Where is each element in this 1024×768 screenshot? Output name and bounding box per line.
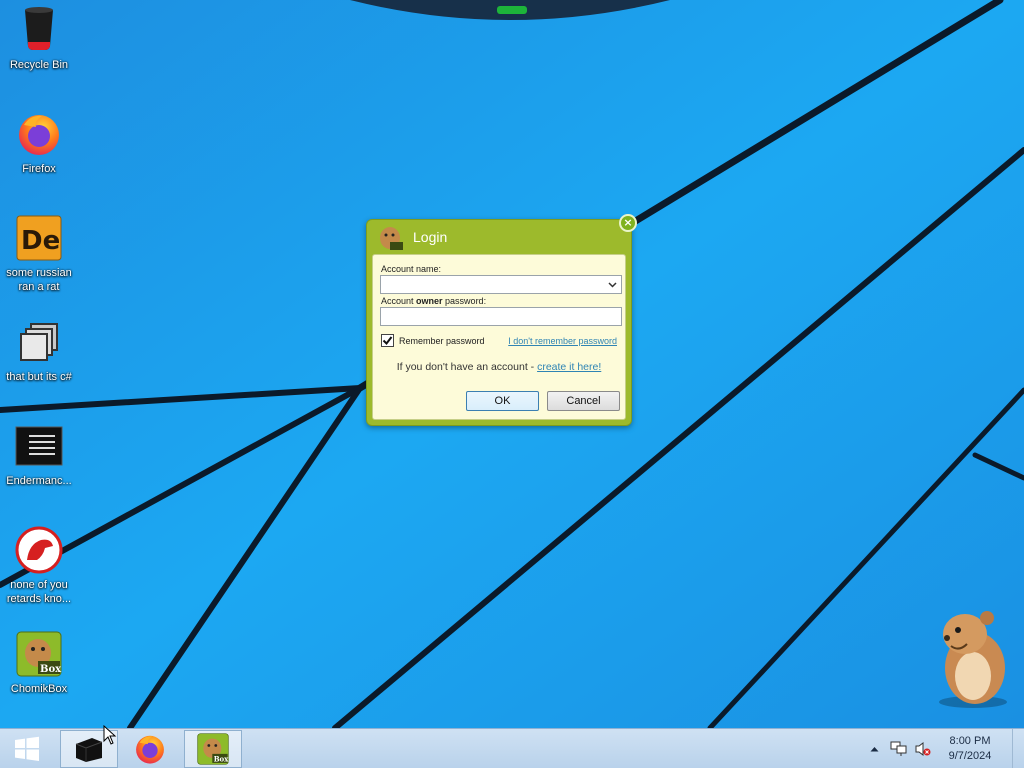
remember-password-checkbox[interactable] — [381, 334, 394, 347]
volume-tray[interactable] — [912, 729, 934, 768]
remember-password-label[interactable]: Remember password — [399, 336, 485, 346]
taskbar-item-firefox[interactable] — [121, 730, 179, 768]
network-icon — [890, 741, 907, 756]
clock-date: 9/7/2024 — [948, 750, 992, 762]
clock-time: 8:00 PM — [949, 735, 991, 747]
create-account-link[interactable]: create it here! — [537, 361, 601, 373]
firefox-icon — [15, 110, 63, 158]
show-hidden-icons-button[interactable] — [866, 729, 882, 768]
chevron-up-icon — [870, 747, 878, 752]
account-name-label: Account name: — [381, 264, 442, 274]
dialog-titlebar[interactable]: Login — [367, 220, 631, 254]
desktop-icon-firefox[interactable]: Firefox — [0, 110, 78, 176]
dinosaur-icon — [15, 526, 63, 574]
account-name-input[interactable] — [381, 279, 621, 297]
taskbar: Box 8:00 PM 9/7/2024 — [0, 728, 1024, 768]
start-button[interactable] — [0, 729, 54, 768]
no-account-label: If you don't have an account - — [396, 361, 538, 373]
desktop-icon-recycle-bin[interactable]: Recycle Bin — [0, 6, 78, 72]
firefox-icon — [136, 735, 164, 764]
svg-text:Box: Box — [40, 664, 62, 675]
desktop-icon-endermanch[interactable]: Endermanc... — [0, 422, 78, 488]
password-label: Account owner password: — [381, 296, 487, 306]
login-dialog: Login × Account name: Account owner pass… — [366, 214, 637, 426]
chevron-down-icon[interactable] — [606, 278, 619, 291]
ok-button[interactable]: OK — [466, 391, 539, 411]
chomikbox-icon: Box — [15, 630, 63, 678]
desktop-icon-label: Endermanc... — [6, 475, 72, 487]
desktop-icon-label: ChomikBox — [10, 683, 68, 695]
desktop-icon-c-sharp-app[interactable]: that but its c# — [0, 318, 78, 384]
desktop-icon-label: some russian ran a rat — [6, 267, 72, 293]
desktop-icon-label: none of you retards kno... — [6, 579, 72, 605]
password-input[interactable] — [381, 311, 621, 329]
desktop-icon-chomikbox[interactable]: Box ChomikBox — [0, 630, 78, 696]
desktop-icon-label: Recycle Bin — [9, 59, 69, 71]
desktop-icon-label: Firefox — [22, 163, 56, 175]
de-app-icon: De — [15, 214, 63, 262]
no-account-text: If you don't have an account - create it… — [373, 361, 625, 373]
windows-start-icon — [15, 736, 39, 761]
black-box-icon — [75, 738, 103, 762]
close-icon[interactable]: × — [619, 214, 637, 232]
desktop-icon-label: that but its c# — [6, 371, 72, 383]
show-desktop-button[interactable] — [1012, 729, 1024, 768]
cancel-button[interactable]: Cancel — [547, 391, 620, 411]
checkmark-icon — [382, 336, 393, 346]
chomikbox-icon — [380, 227, 403, 250]
svg-text:Box: Box — [214, 755, 229, 764]
chomikbox-icon: Box — [197, 733, 229, 765]
svg-text:De: De — [21, 226, 60, 256]
mouse-cursor-icon — [103, 725, 117, 745]
volume-muted-icon — [915, 742, 931, 756]
password-field[interactable] — [380, 307, 622, 329]
forgot-password-link[interactable]: I don't remember password — [508, 336, 617, 346]
taskbar-clock[interactable]: 8:00 PM 9/7/2024 — [940, 734, 1000, 764]
recycle-bin-icon — [15, 6, 63, 54]
taskbar-item-chomikbox[interactable]: Box — [184, 730, 242, 768]
hamster-mascot — [939, 611, 1007, 708]
windows-stack-icon — [15, 318, 63, 366]
desktop-icon-dino-app[interactable]: none of you retards kno... — [0, 526, 78, 606]
account-name-dropdown[interactable] — [380, 275, 622, 297]
login-form: Account name: Account owner password: Re… — [372, 254, 626, 420]
terminal-icon — [15, 422, 63, 470]
desktop-icon-de-app[interactable]: De some russian ran a rat — [0, 214, 78, 294]
network-tray[interactable] — [888, 729, 910, 768]
dialog-title: Login — [413, 229, 448, 245]
